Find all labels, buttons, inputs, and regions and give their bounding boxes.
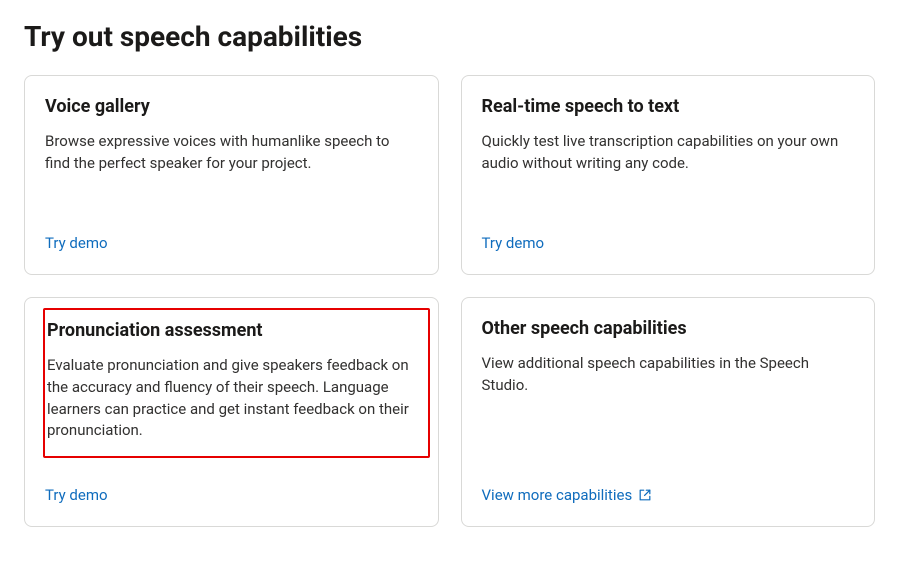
- card-description: Browse expressive voices with humanlike …: [45, 131, 418, 212]
- card-voice-gallery: Voice gallery Browse expressive voices w…: [24, 75, 439, 275]
- card-title: Voice gallery: [45, 96, 418, 117]
- card-description: Evaluate pronunciation and give speakers…: [45, 355, 416, 442]
- card-realtime-stt: Real-time speech to text Quickly test li…: [461, 75, 876, 275]
- try-demo-link[interactable]: Try demo: [45, 234, 108, 252]
- view-more-capabilities-link[interactable]: View more capabilities: [482, 486, 653, 504]
- link-label: View more capabilities: [482, 486, 633, 504]
- page-heading: Try out speech capabilities: [24, 20, 875, 53]
- card-other-capabilities: Other speech capabilities View additiona…: [461, 297, 876, 527]
- card-description: View additional speech capabilities in t…: [482, 353, 855, 464]
- capability-card-grid: Voice gallery Browse expressive voices w…: [24, 75, 875, 527]
- card-title: Real-time speech to text: [482, 96, 855, 117]
- external-link-icon: [638, 488, 652, 502]
- card-title: Other speech capabilities: [482, 318, 855, 339]
- card-pronunciation-assessment: Pronunciation assessment Evaluate pronun…: [24, 297, 439, 527]
- card-description: Quickly test live transcription capabili…: [482, 131, 855, 212]
- card-title: Pronunciation assessment: [45, 320, 416, 341]
- highlight-box: Pronunciation assessment Evaluate pronun…: [43, 308, 430, 458]
- try-demo-link[interactable]: Try demo: [45, 486, 108, 504]
- try-demo-link[interactable]: Try demo: [482, 234, 545, 252]
